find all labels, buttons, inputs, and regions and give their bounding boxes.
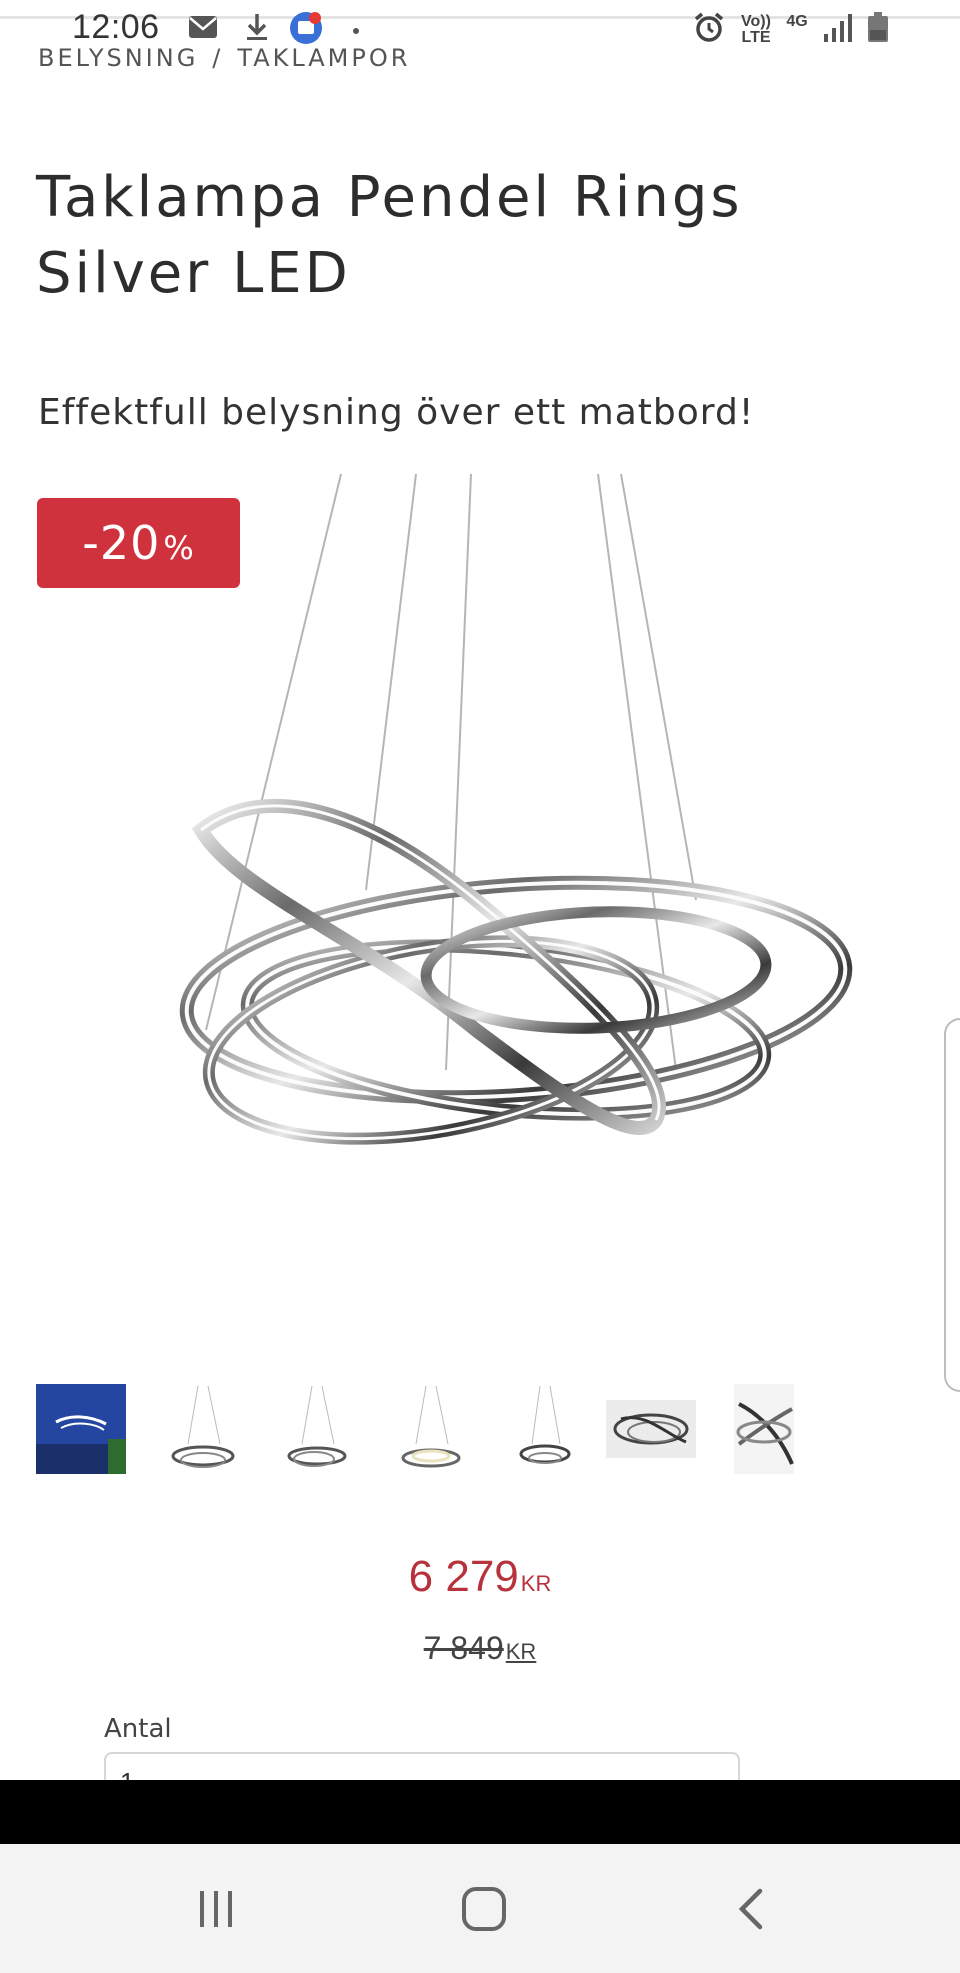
home-button[interactable] bbox=[444, 1874, 524, 1944]
ring-pendant-lamp-image bbox=[179, 473, 853, 1145]
original-price: 7 849KR bbox=[0, 1630, 960, 1667]
message-app-icon bbox=[288, 10, 322, 44]
discount-percent-sign: % bbox=[163, 529, 195, 567]
side-panel-handle[interactable] bbox=[944, 1018, 960, 1392]
thumb-lamp-4[interactable] bbox=[500, 1384, 590, 1474]
battery-icon bbox=[866, 10, 900, 44]
discount-value: -20 bbox=[82, 516, 161, 570]
product-title: Taklampa Pendel Rings Silver LED bbox=[36, 165, 743, 306]
screen-overlay-band bbox=[0, 1780, 960, 1844]
quantity-label: Antal bbox=[104, 1714, 172, 1744]
thumb-lamp-2[interactable] bbox=[272, 1384, 362, 1474]
product-image[interactable] bbox=[36, 470, 916, 1350]
current-price: 6 279KR bbox=[0, 1552, 960, 1602]
thumbnail-strip bbox=[36, 1384, 796, 1474]
back-chevron-icon bbox=[738, 1888, 763, 1930]
thumb-room-scene[interactable] bbox=[36, 1384, 126, 1474]
email-icon bbox=[186, 10, 220, 44]
network-4g-indicator: 4G bbox=[786, 13, 808, 30]
price-block: 6 279KR 7 849KR bbox=[0, 1552, 960, 1667]
alarm-icon bbox=[692, 10, 726, 44]
discount-badge: -20% bbox=[37, 498, 240, 588]
current-price-amount: 6 279 bbox=[408, 1552, 519, 1601]
status-time: 12:06 bbox=[72, 8, 160, 46]
current-price-currency: KR bbox=[520, 1571, 552, 1596]
signal-icon bbox=[822, 10, 856, 44]
thumb-lamp-1[interactable] bbox=[158, 1384, 248, 1474]
thumb-lamp-3[interactable] bbox=[386, 1384, 476, 1474]
thumb-rings-detail[interactable] bbox=[734, 1384, 794, 1474]
volte-indicator: Vo)) LTE bbox=[741, 13, 771, 46]
back-button[interactable] bbox=[712, 1874, 792, 1944]
product-tagline: Effektfull belysning över ett matbord! bbox=[38, 392, 755, 433]
status-bar: 12:06 Vo)) LTE 4G bbox=[0, 0, 960, 58]
original-price-currency: KR bbox=[505, 1639, 537, 1664]
home-icon bbox=[462, 1887, 506, 1931]
navigation-bar bbox=[0, 1844, 960, 1973]
original-price-amount: 7 849 bbox=[423, 1630, 504, 1666]
thumb-rings-closeup[interactable] bbox=[606, 1384, 696, 1474]
more-notifications-dot-icon bbox=[352, 22, 360, 34]
recent-apps-icon bbox=[200, 1891, 232, 1927]
download-icon bbox=[240, 10, 274, 44]
recent-apps-button[interactable] bbox=[176, 1874, 256, 1944]
